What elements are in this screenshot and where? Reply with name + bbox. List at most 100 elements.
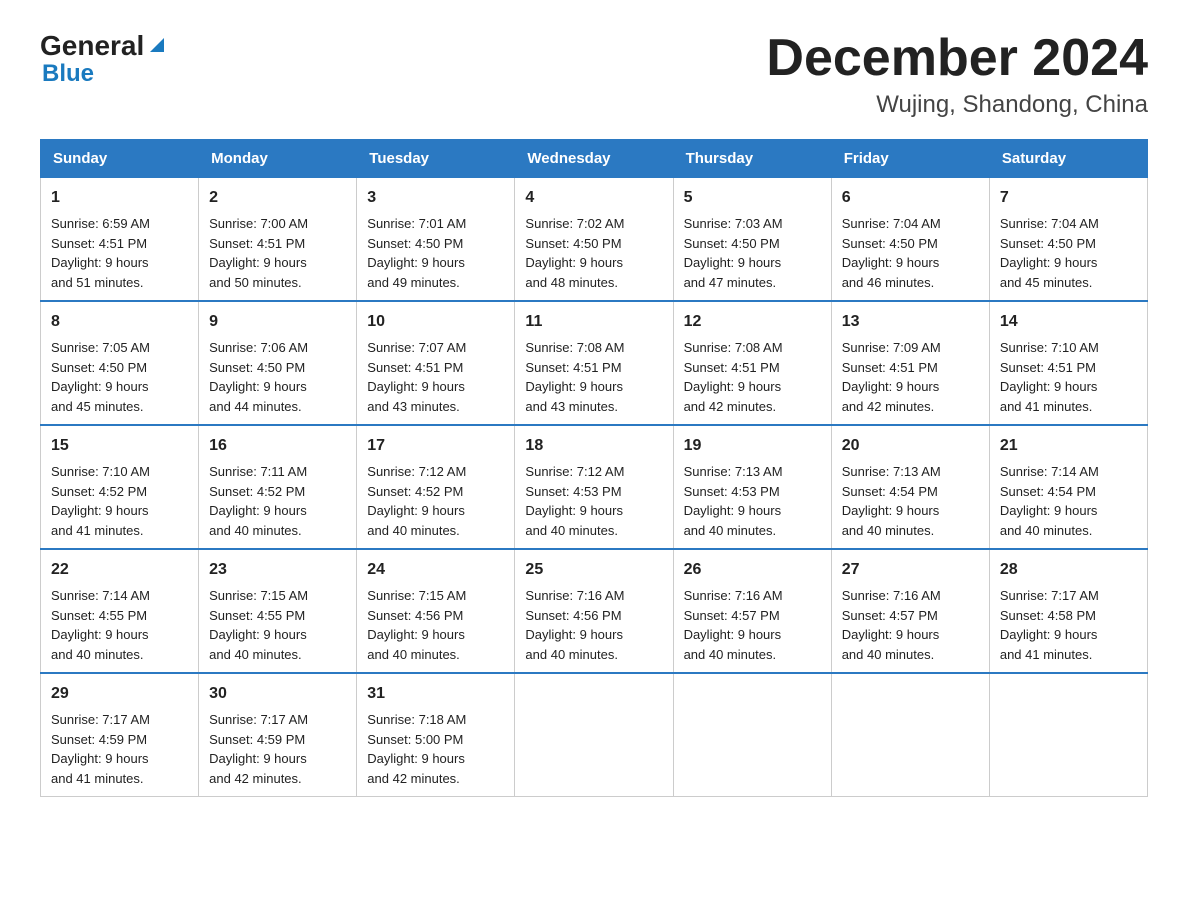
- day-number: 26: [684, 558, 821, 582]
- daylight-text: Daylight: 9 hours: [842, 627, 940, 642]
- day-number: 1: [51, 186, 188, 210]
- table-row: 24Sunrise: 7:15 AMSunset: 4:56 PMDayligh…: [357, 549, 515, 673]
- daylight-text2: and 41 minutes.: [1000, 647, 1093, 662]
- day-number: 21: [1000, 434, 1137, 458]
- daylight-text: Daylight: 9 hours: [209, 379, 307, 394]
- calendar-week-2: 8Sunrise: 7:05 AMSunset: 4:50 PMDaylight…: [41, 301, 1148, 425]
- day-number: 24: [367, 558, 504, 582]
- sunrise-text: Sunrise: 7:12 AM: [367, 464, 466, 479]
- daylight-text2: and 40 minutes.: [525, 647, 618, 662]
- daylight-text2: and 40 minutes.: [367, 523, 460, 538]
- table-row: 18Sunrise: 7:12 AMSunset: 4:53 PMDayligh…: [515, 425, 673, 549]
- daylight-text: Daylight: 9 hours: [1000, 627, 1098, 642]
- daylight-text2: and 49 minutes.: [367, 275, 460, 290]
- sunset-text: Sunset: 4:56 PM: [525, 608, 621, 623]
- sunset-text: Sunset: 4:51 PM: [1000, 360, 1096, 375]
- sunset-text: Sunset: 4:59 PM: [209, 732, 305, 747]
- daylight-text: Daylight: 9 hours: [1000, 255, 1098, 270]
- page-header: General Blue December 2024 Wujing, Shand…: [40, 30, 1148, 119]
- sunrise-text: Sunrise: 7:16 AM: [525, 588, 624, 603]
- sunrise-text: Sunrise: 7:18 AM: [367, 712, 466, 727]
- daylight-text2: and 41 minutes.: [51, 523, 144, 538]
- daylight-text2: and 43 minutes.: [367, 399, 460, 414]
- day-number: 9: [209, 310, 346, 334]
- sunset-text: Sunset: 4:50 PM: [367, 236, 463, 251]
- day-number: 6: [842, 186, 979, 210]
- daylight-text: Daylight: 9 hours: [684, 627, 782, 642]
- sunrise-text: Sunrise: 7:13 AM: [842, 464, 941, 479]
- table-row: 7Sunrise: 7:04 AMSunset: 4:50 PMDaylight…: [989, 178, 1147, 302]
- table-row: 30 Sunrise: 7:17 AM Sunset: 4:59 PM Dayligh…: [199, 673, 357, 797]
- daylight-text2: and 40 minutes.: [209, 523, 302, 538]
- table-row: 26Sunrise: 7:16 AMSunset: 4:57 PMDayligh…: [673, 549, 831, 673]
- sunset-text: Sunset: 4:54 PM: [1000, 484, 1096, 499]
- table-row: 9Sunrise: 7:06 AMSunset: 4:50 PMDaylight…: [199, 301, 357, 425]
- daylight-text2: and 47 minutes.: [684, 275, 777, 290]
- daylight-text2: and 40 minutes.: [525, 523, 618, 538]
- day-number: 27: [842, 558, 979, 582]
- sunrise-text: Sunrise: 7:12 AM: [525, 464, 624, 479]
- daylight-text2: and 42 minutes.: [209, 771, 302, 786]
- daylight-text: Daylight: 9 hours: [209, 751, 307, 766]
- daylight-text2: and 42 minutes.: [684, 399, 777, 414]
- table-row: 2Sunrise: 7:00 AMSunset: 4:51 PMDaylight…: [199, 178, 357, 302]
- sunrise-text: Sunrise: 6:59 AM: [51, 216, 150, 231]
- sunset-text: Sunset: 4:52 PM: [51, 484, 147, 499]
- day-number: 29: [51, 682, 188, 706]
- table-row: [673, 673, 831, 797]
- table-row: 8Sunrise: 7:05 AMSunset: 4:50 PMDaylight…: [41, 301, 199, 425]
- calendar-week-4: 22Sunrise: 7:14 AMSunset: 4:55 PMDayligh…: [41, 549, 1148, 673]
- day-number: 2: [209, 186, 346, 210]
- sunrise-text: Sunrise: 7:04 AM: [842, 216, 941, 231]
- calendar-title: December 2024: [766, 30, 1148, 87]
- sunrise-text: Sunrise: 7:17 AM: [209, 712, 308, 727]
- sunset-text: Sunset: 4:50 PM: [51, 360, 147, 375]
- table-row: 16Sunrise: 7:11 AMSunset: 4:52 PMDayligh…: [199, 425, 357, 549]
- daylight-text2: and 45 minutes.: [1000, 275, 1093, 290]
- table-row: 6Sunrise: 7:04 AMSunset: 4:50 PMDaylight…: [831, 178, 989, 302]
- day-number: 3: [367, 186, 504, 210]
- table-row: 5Sunrise: 7:03 AMSunset: 4:50 PMDaylight…: [673, 178, 831, 302]
- header-monday: Monday: [199, 140, 357, 178]
- header-sunday: Sunday: [41, 140, 199, 178]
- sunrise-text: Sunrise: 7:14 AM: [51, 588, 150, 603]
- sunrise-text: Sunrise: 7:08 AM: [525, 340, 624, 355]
- day-number: 11: [525, 310, 662, 334]
- daylight-text2: and 41 minutes.: [51, 771, 144, 786]
- sunset-text: Sunset: 4:51 PM: [209, 236, 305, 251]
- daylight-text: Daylight: 9 hours: [51, 379, 149, 394]
- daylight-text2: and 40 minutes.: [1000, 523, 1093, 538]
- table-row: [989, 673, 1147, 797]
- calendar-table: Sunday Monday Tuesday Wednesday Thursday…: [40, 139, 1148, 797]
- sunset-text: Sunset: 4:51 PM: [51, 236, 147, 251]
- table-row: 27Sunrise: 7:16 AMSunset: 4:57 PMDayligh…: [831, 549, 989, 673]
- table-row: 13Sunrise: 7:09 AMSunset: 4:51 PMDayligh…: [831, 301, 989, 425]
- daylight-text: Daylight: 9 hours: [525, 627, 623, 642]
- table-row: 23Sunrise: 7:15 AMSunset: 4:55 PMDayligh…: [199, 549, 357, 673]
- sunset-text: Sunset: 4:58 PM: [1000, 608, 1096, 623]
- sunrise-text: Sunrise: 7:14 AM: [1000, 464, 1099, 479]
- table-row: 12Sunrise: 7:08 AMSunset: 4:51 PMDayligh…: [673, 301, 831, 425]
- sunset-text: Sunset: 4:53 PM: [684, 484, 780, 499]
- daylight-text2: and 45 minutes.: [51, 399, 144, 414]
- daylight-text: Daylight: 9 hours: [367, 627, 465, 642]
- table-row: 28Sunrise: 7:17 AMSunset: 4:58 PMDayligh…: [989, 549, 1147, 673]
- day-number: 20: [842, 434, 979, 458]
- day-number: 30: [209, 682, 346, 706]
- daylight-text: Daylight: 9 hours: [367, 379, 465, 394]
- day-number: 12: [684, 310, 821, 334]
- header-wednesday: Wednesday: [515, 140, 673, 178]
- sunrise-text: Sunrise: 7:17 AM: [1000, 588, 1099, 603]
- sunset-text: Sunset: 4:51 PM: [842, 360, 938, 375]
- calendar-week-1: 1 Sunrise: 6:59 AM Sunset: 4:51 PM Daylight…: [41, 178, 1148, 302]
- daylight-text: Daylight: 9 hours: [1000, 503, 1098, 518]
- sunset-text: Sunset: 4:50 PM: [1000, 236, 1096, 251]
- daylight-text: Daylight: 9 hours: [525, 255, 623, 270]
- sunrise-text: Sunrise: 7:08 AM: [684, 340, 783, 355]
- sunrise-text: Sunrise: 7:15 AM: [209, 588, 308, 603]
- daylight-text2: and 40 minutes.: [209, 647, 302, 662]
- table-row: 15Sunrise: 7:10 AMSunset: 4:52 PMDayligh…: [41, 425, 199, 549]
- sunrise-text: Sunrise: 7:02 AM: [525, 216, 624, 231]
- sunrise-text: Sunrise: 7:01 AM: [367, 216, 466, 231]
- table-row: 4Sunrise: 7:02 AMSunset: 4:50 PMDaylight…: [515, 178, 673, 302]
